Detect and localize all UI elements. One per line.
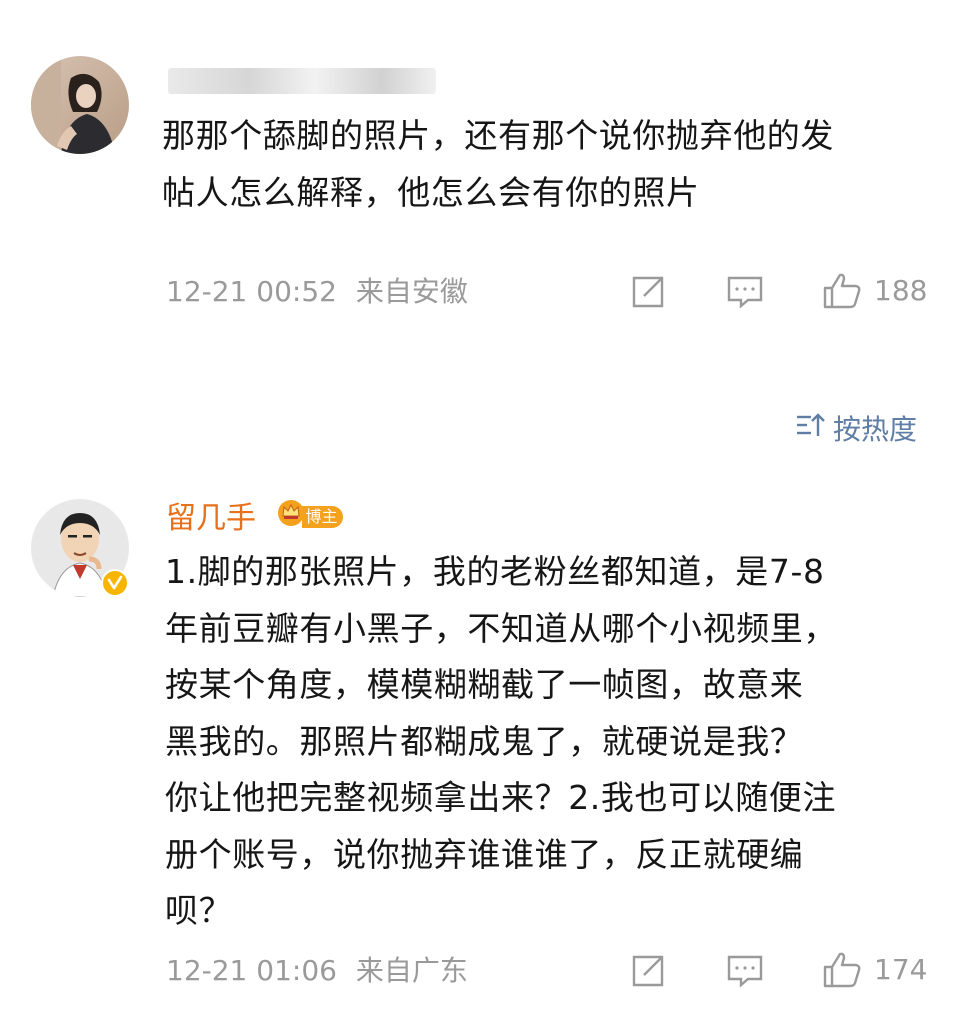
- comment-icon: [726, 953, 764, 989]
- location: 来自安徽: [355, 275, 468, 308]
- blogger-badge-label: 博主: [301, 505, 343, 528]
- reply-button[interactable]: [726, 953, 764, 989]
- like-count: 174: [874, 953, 928, 986]
- comment-meta: 12-21 00:52 来自安徽: [166, 275, 468, 309]
- avatar[interactable]: [31, 56, 129, 154]
- share-button[interactable]: [630, 953, 666, 989]
- verified-icon: [101, 569, 129, 601]
- comment-item: 留几手 博主 1.脚的那张照片，我的老粉丝都知道，是7-8 年前豆瓣有小黑子，不…: [0, 480, 960, 1029]
- sort-icon: [795, 411, 833, 446]
- username-text: 留几手: [166, 501, 256, 536]
- sort-by-hot-button[interactable]: 按热度: [795, 408, 917, 448]
- timestamp: 12-21 01:06: [166, 954, 337, 987]
- comment-line: 1.脚的那张照片，我的老粉丝都知道，是7-8: [165, 552, 825, 591]
- comment-text: 1.脚的那张照片，我的老粉丝都知道，是7-8 年前豆瓣有小黑子，不知道从哪个小视…: [165, 544, 837, 940]
- like-button[interactable]: 188: [822, 272, 927, 310]
- thumbs-up-icon: [822, 272, 862, 310]
- location: 来自广东: [355, 954, 468, 987]
- share-icon: [630, 953, 666, 989]
- comment-line: 帖人怎么解释，他怎么会有你的照片: [162, 172, 700, 212]
- like-count: 188: [874, 274, 928, 307]
- timestamp: 12-21 00:52: [166, 275, 337, 308]
- comment-line: 年前豆瓣有小黑子，不知道从哪个小视频里，: [165, 608, 837, 648]
- comment-line: 按某个角度，模模糊糊截了一帧图，故意来: [165, 665, 804, 704]
- sort-label: 按热度: [833, 413, 918, 446]
- comment-line: 你让他把完整视频拿出来？2.我也可以随便注: [165, 778, 837, 817]
- comment-text: 那那个舔脚的照片，还有那个说你抛弃他的发 帖人怎么解释，他怎么会有你的照片: [162, 108, 834, 221]
- redacted-username-blur: [168, 68, 436, 94]
- comment-line: 黑我的。那照片都糊成鬼了，就硬说是我？: [165, 721, 804, 761]
- reply-button[interactable]: [726, 274, 764, 310]
- share-button[interactable]: [630, 274, 666, 310]
- comment-line: 册个账号，说你抛弃谁谁谁了，反正就硬编: [165, 834, 804, 874]
- comment-icon: [726, 274, 764, 310]
- comment-line: 呗？: [165, 891, 233, 930]
- comment-line: 那那个舔脚的照片，还有那个说你抛弃他的发: [162, 116, 834, 155]
- comment-item: 那那个舔脚的照片，还有那个说你抛弃他的发 帖人怎么解释，他怎么会有你的照片 12…: [0, 0, 960, 330]
- like-button[interactable]: 174: [822, 951, 927, 989]
- share-icon: [630, 274, 666, 310]
- username[interactable]: 留几手 博主: [166, 500, 343, 539]
- thumbs-up-icon: [822, 951, 862, 989]
- comment-meta: 12-21 01:06 来自广东: [166, 954, 468, 988]
- blogger-badge: 博主: [276, 497, 343, 536]
